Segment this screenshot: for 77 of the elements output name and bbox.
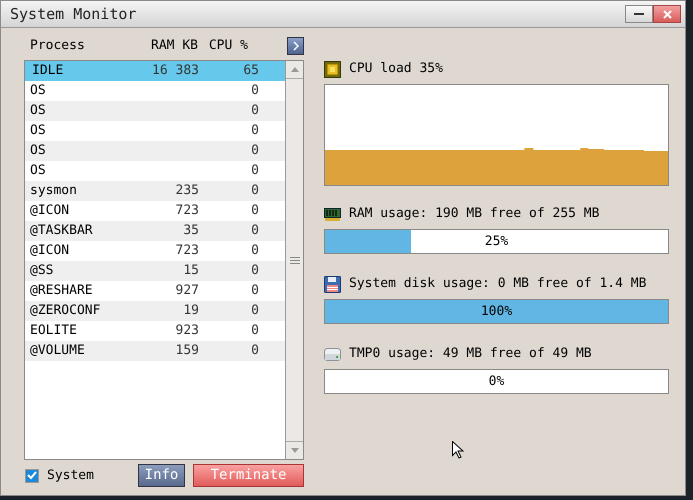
process-row[interactable]: @SS 15 0 xyxy=(25,261,285,281)
table-cell-text: OS xyxy=(29,102,47,120)
table-cell-text: 35 xyxy=(182,222,199,240)
table-cell-text: 0 xyxy=(250,342,259,360)
table-cell-text: 0 xyxy=(250,162,259,180)
next-button[interactable] xyxy=(287,37,304,55)
window-title: System Monitor xyxy=(10,4,136,25)
scroll-grip-icon[interactable] xyxy=(290,256,300,264)
table-cell-text: @ZEROCONF xyxy=(29,302,102,320)
up-arrow-icon xyxy=(290,67,298,72)
info-button[interactable]: Info xyxy=(138,464,185,487)
table-cell-text: OS xyxy=(29,162,47,180)
table-cell-text: @ICON xyxy=(29,202,70,220)
process-row[interactable]: sysmon 235 0 xyxy=(25,181,285,201)
usage-percent: 100% xyxy=(480,302,512,321)
table-cell-text: 723 xyxy=(174,242,199,260)
table-cell-text: 159 xyxy=(174,342,199,360)
table-cell-text: IDLE xyxy=(31,62,64,80)
table-cell-text: 0 xyxy=(250,322,259,340)
system-checkbox[interactable] xyxy=(25,468,39,482)
close-button[interactable] xyxy=(653,5,681,23)
process-row[interactable]: IDLE 16 383 65 xyxy=(25,61,285,81)
scrollbar[interactable] xyxy=(285,61,303,459)
table-cell-text: 0 xyxy=(250,102,259,120)
table-cell-text: 0 xyxy=(250,202,259,220)
process-row[interactable]: OS 0 xyxy=(25,141,285,161)
table-cell-text: 0 xyxy=(250,302,259,320)
down-arrow-icon xyxy=(290,448,298,453)
table-cell-text: sysmon xyxy=(29,182,78,200)
table-cell-text: OS xyxy=(29,122,47,140)
table-cell-text: 723 xyxy=(174,202,199,220)
table-cell-text: @RESHARE xyxy=(29,282,94,300)
checkmark-icon xyxy=(27,471,37,480)
table-cell-text: 0 xyxy=(250,222,259,240)
table-cell-text: @TASKBAR xyxy=(29,222,94,240)
table-cell-text: 15 xyxy=(182,262,199,280)
checkbox-label: System xyxy=(47,466,94,485)
usage-percent: 25% xyxy=(484,232,508,251)
minimize-button[interactable] xyxy=(625,5,653,23)
table-cell-text: 16 383 xyxy=(151,62,199,80)
usage-label: RAM usage: 190 MB free of 255 MB xyxy=(349,205,600,224)
table-cell-text: 927 xyxy=(174,282,199,300)
table-cell-text: 0 xyxy=(250,142,259,160)
cpu-chip-icon xyxy=(324,60,341,78)
cpu-load-label: CPU load 35% xyxy=(349,60,443,78)
table-cell-text: 923 xyxy=(174,322,199,340)
table-cell-text: OS xyxy=(29,142,47,160)
column-header: Process xyxy=(29,37,86,56)
table-cell-text: 19 xyxy=(182,302,199,320)
table-cell-text: 0 xyxy=(250,122,259,140)
table-cell-text: 235 xyxy=(174,182,199,200)
memory-module-icon xyxy=(324,208,341,220)
table-cell-text: @ICON xyxy=(29,242,70,260)
minimize-icon xyxy=(634,12,644,16)
table-cell-text: 0 xyxy=(250,182,259,200)
drive-icon xyxy=(324,348,341,360)
table-cell-text: 65 xyxy=(242,62,259,80)
close-icon xyxy=(662,10,672,18)
table-cell-text: @VOLUME xyxy=(29,342,86,360)
column-header: CPU % xyxy=(208,37,249,56)
process-row[interactable]: @VOLUME 159 0 xyxy=(25,341,285,361)
table-cell-text: 0 xyxy=(250,282,259,300)
usage-percent: 0% xyxy=(488,372,504,391)
process-row[interactable]: @TASKBAR 35 0 xyxy=(25,221,285,241)
table-cell-text: 0 xyxy=(250,82,259,100)
process-row[interactable]: OS 0 xyxy=(25,101,285,121)
usage-label: TMP0 usage: 49 MB free of 49 MB xyxy=(349,345,592,364)
usage-label: System disk usage: 0 MB free of 1.4 MB xyxy=(349,275,646,294)
column-header: RAM KB xyxy=(150,37,198,56)
table-cell-text: 0 xyxy=(250,242,259,260)
table-cell-text: EOLITE xyxy=(29,322,78,340)
table-cell-text: OS xyxy=(29,82,47,100)
process-row[interactable]: @ZEROCONF 19 0 xyxy=(25,301,285,321)
table-cell-text: 0 xyxy=(250,262,259,280)
mouse-cursor-icon xyxy=(452,441,464,459)
table-cell-text: @SS xyxy=(29,262,54,280)
chevron-right-icon xyxy=(292,41,298,51)
